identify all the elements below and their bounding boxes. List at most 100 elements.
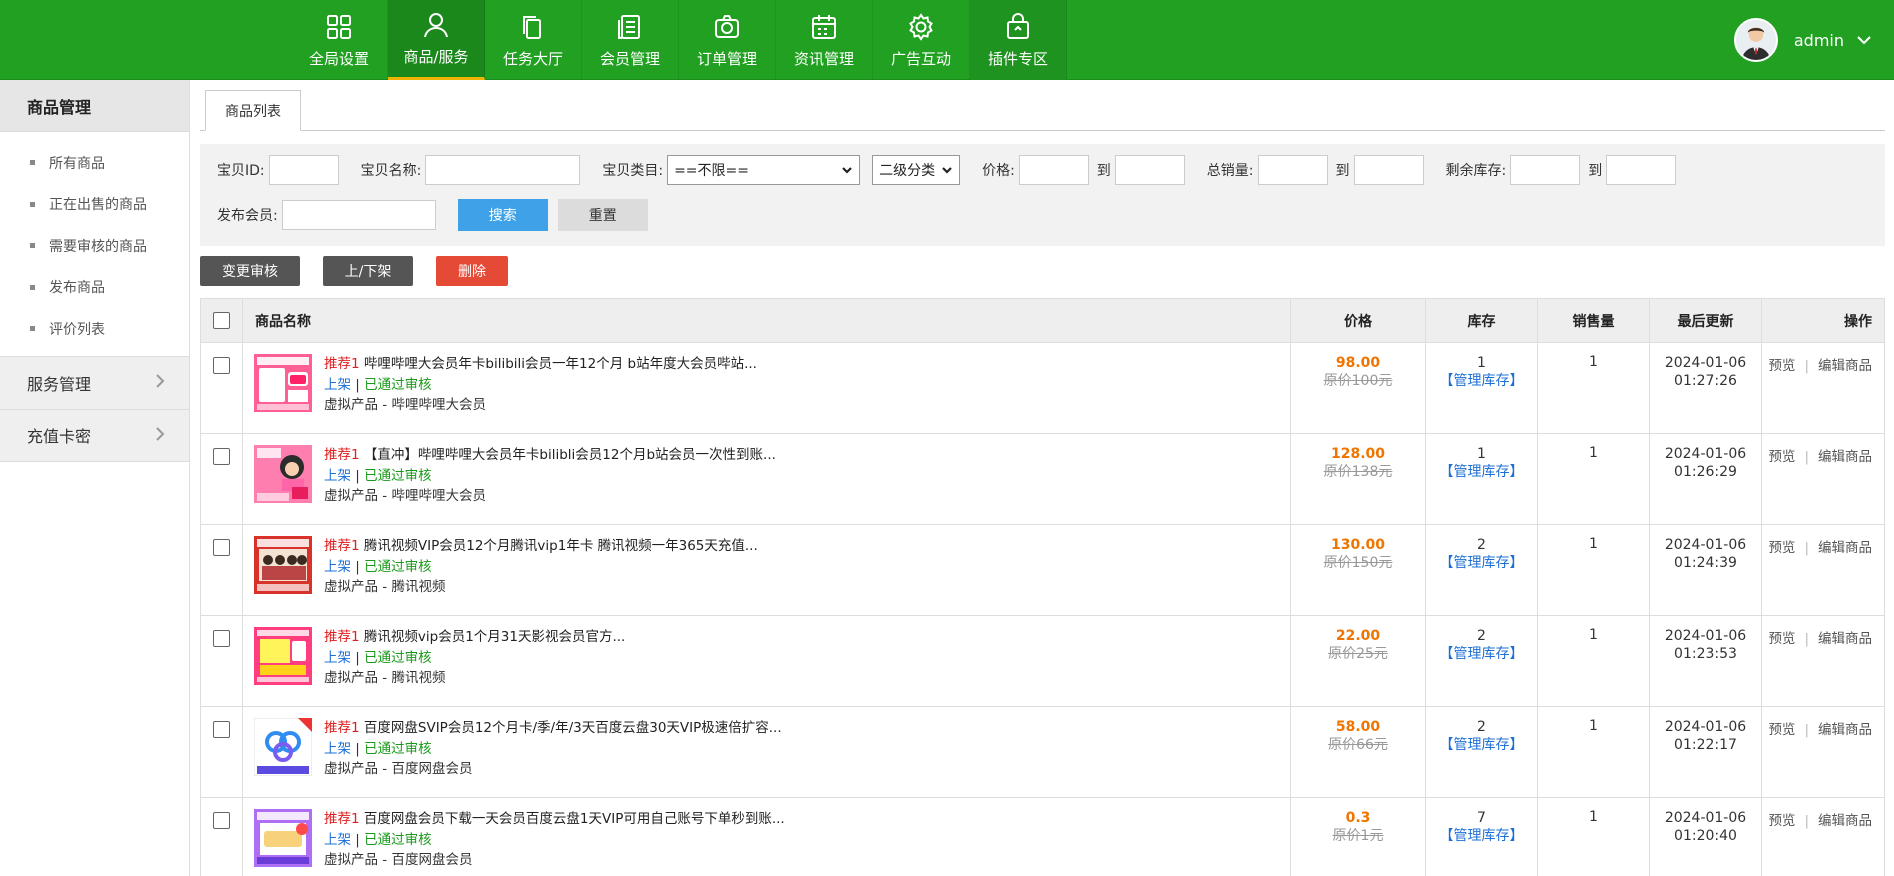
product-title[interactable]: 哔哩哔哩大会员年卡bilibili会员一年12个月 b站年度大会员哔站... xyxy=(364,356,757,372)
product-title[interactable]: 百度网盘会员下载一天会员百度云盘1天VIP可用自己账号下单秒到账... xyxy=(364,811,785,827)
row-checkbox[interactable] xyxy=(213,357,230,374)
nav-label: 插件专区 xyxy=(987,49,1048,68)
product-table: 商品名称 价格 库存 销售量 最后更新 操作 推荐1 哔哩哔哩大会员年卡bili… xyxy=(200,298,1885,876)
ops-cell: 预览 | 编辑商品 xyxy=(1762,798,1884,876)
manage-stock-link[interactable]: 【管理库存】 xyxy=(1426,645,1537,663)
id-input[interactable] xyxy=(268,155,339,185)
audit-status: 已通过审核 xyxy=(364,649,432,666)
filter-panel: 宝贝ID: 宝贝名称: 宝贝类目: ==不限== 二级分类 价格: 到 总销量:… xyxy=(200,144,1885,246)
sales-count: 1 xyxy=(1538,616,1650,706)
sidebar-item-publish[interactable]: 发布商品 xyxy=(0,267,189,309)
name-input[interactable] xyxy=(425,155,581,185)
shelf-status[interactable]: 上架 xyxy=(324,832,351,848)
sidebar-group-cards[interactable]: 充值卡密 xyxy=(0,408,189,462)
price-max-input[interactable] xyxy=(1114,155,1185,185)
nav-plugins[interactable]: 插件专区 xyxy=(970,0,1067,80)
sidebar-item-on-sale[interactable]: 正在出售的商品 xyxy=(0,184,189,226)
select-all-checkbox[interactable] xyxy=(213,312,230,329)
preview-link[interactable]: 预览 xyxy=(1768,813,1795,829)
shelf-status[interactable]: 上架 xyxy=(324,559,351,575)
product-thumbnail[interactable] xyxy=(254,718,312,776)
row-checkbox[interactable] xyxy=(213,539,230,556)
product-thumbnail[interactable] xyxy=(254,809,312,867)
product-title[interactable]: 腾讯视频VIP会员12个月腾讯vip1年卡 腾讯视频一年365天充值... xyxy=(364,538,758,554)
price-cell: 98.00 原价100元 xyxy=(1291,343,1426,433)
stock-count: 2 xyxy=(1477,537,1486,553)
row-checkbox[interactable] xyxy=(213,630,230,647)
nav-task-hall[interactable]: 任务大厅 xyxy=(485,0,582,80)
preview-link[interactable]: 预览 xyxy=(1768,358,1795,374)
preview-link[interactable]: 预览 xyxy=(1768,540,1795,556)
stock-max-input[interactable] xyxy=(1606,155,1677,185)
product-thumbnail[interactable] xyxy=(254,627,312,685)
manage-stock-link[interactable]: 【管理库存】 xyxy=(1426,463,1537,481)
bag-icon xyxy=(1003,12,1033,42)
shelf-status[interactable]: 上架 xyxy=(324,650,351,666)
change-audit-button[interactable]: 变更审核 xyxy=(200,256,300,286)
product-title[interactable]: 腾讯视频vip会员1个月31天影视会员官方... xyxy=(364,629,625,645)
nav-ads[interactable]: 广告互动 xyxy=(873,0,970,80)
subcategory-select[interactable]: 二级分类 xyxy=(872,155,961,185)
product-category: 虚拟产品 - 哔哩哔哩大会员 xyxy=(324,397,486,413)
delete-button[interactable]: 删除 xyxy=(436,256,508,286)
nav-orders[interactable]: 订单管理 xyxy=(679,0,776,80)
nav-global-settings[interactable]: 全局设置 xyxy=(291,0,388,80)
tab-product-list[interactable]: 商品列表 xyxy=(205,90,301,131)
product-thumbnail[interactable] xyxy=(254,536,312,594)
updated-time: 01:20:40 xyxy=(1674,828,1737,844)
product-title[interactable]: 百度网盘SVIP会员12个月卡/季/年/3天百度云盘30天VIP极速倍扩容... xyxy=(364,720,782,736)
manage-stock-link[interactable]: 【管理库存】 xyxy=(1426,827,1537,845)
shelf-status[interactable]: 上架 xyxy=(324,377,351,393)
member-input[interactable] xyxy=(281,200,436,230)
sidebar-item-reviews[interactable]: 评价列表 xyxy=(0,308,189,350)
gear-icon xyxy=(906,12,936,42)
sales-max-input[interactable] xyxy=(1353,155,1424,185)
original-price: 原价1元 xyxy=(1332,828,1384,844)
nav-news[interactable]: 资讯管理 xyxy=(776,0,873,80)
shelf-status[interactable]: 上架 xyxy=(324,468,351,484)
sidebar-item-pending-review[interactable]: 需要审核的商品 xyxy=(0,225,189,267)
audit-status: 已通过审核 xyxy=(364,831,432,848)
manage-stock-link[interactable]: 【管理库存】 xyxy=(1426,372,1537,390)
row-checkbox[interactable] xyxy=(213,812,230,829)
separator: | xyxy=(1804,631,1809,647)
copy-icon xyxy=(518,12,548,42)
product-thumbnail[interactable] xyxy=(254,354,312,412)
search-button[interactable]: 搜索 xyxy=(457,199,548,231)
sidebar-group-services[interactable]: 服务管理 xyxy=(0,355,189,409)
sidebar-group-label: 服务管理 xyxy=(27,374,92,394)
stock-min-input[interactable] xyxy=(1510,155,1581,185)
original-price: 原价138元 xyxy=(1323,464,1393,480)
user-menu[interactable]: admin xyxy=(1733,18,1872,62)
updated-date: 2024-01-06 xyxy=(1664,446,1747,462)
sidebar-title[interactable]: 商品管理 xyxy=(0,80,189,132)
header-updated: 最后更新 xyxy=(1650,299,1762,342)
nav-products[interactable]: 商品/服务 xyxy=(388,0,485,80)
preview-link[interactable]: 预览 xyxy=(1768,631,1795,647)
edit-product-link[interactable]: 编辑商品 xyxy=(1818,813,1872,829)
sales-count: 1 xyxy=(1538,707,1650,797)
nav-members[interactable]: 会员管理 xyxy=(582,0,679,80)
manage-stock-link[interactable]: 【管理库存】 xyxy=(1426,736,1537,754)
shelf-status[interactable]: 上架 xyxy=(324,741,351,757)
product-thumbnail[interactable] xyxy=(254,445,312,503)
row-checkbox[interactable] xyxy=(213,721,230,738)
preview-link[interactable]: 预览 xyxy=(1768,449,1795,465)
price-cell: 130.00 原价150元 xyxy=(1291,525,1426,615)
sales-min-input[interactable] xyxy=(1257,155,1328,185)
row-checkbox[interactable] xyxy=(213,448,230,465)
nav-label: 任务大厅 xyxy=(502,49,563,68)
edit-product-link[interactable]: 编辑商品 xyxy=(1818,631,1872,647)
manage-stock-link[interactable]: 【管理库存】 xyxy=(1426,554,1537,572)
preview-link[interactable]: 预览 xyxy=(1768,722,1795,738)
category-select[interactable]: ==不限== xyxy=(667,155,861,185)
product-title[interactable]: 【直冲】哔哩哔哩大会员年卡bilibli会员12个月b站会员一次性到账... xyxy=(364,447,776,463)
reset-button[interactable]: 重置 xyxy=(557,199,648,231)
edit-product-link[interactable]: 编辑商品 xyxy=(1818,449,1872,465)
price-min-input[interactable] xyxy=(1018,155,1089,185)
edit-product-link[interactable]: 编辑商品 xyxy=(1818,358,1872,374)
edit-product-link[interactable]: 编辑商品 xyxy=(1818,540,1872,556)
toggle-shelf-button[interactable]: 上/下架 xyxy=(323,256,413,286)
edit-product-link[interactable]: 编辑商品 xyxy=(1818,722,1872,738)
sidebar-item-all-products[interactable]: 所有商品 xyxy=(0,142,189,184)
